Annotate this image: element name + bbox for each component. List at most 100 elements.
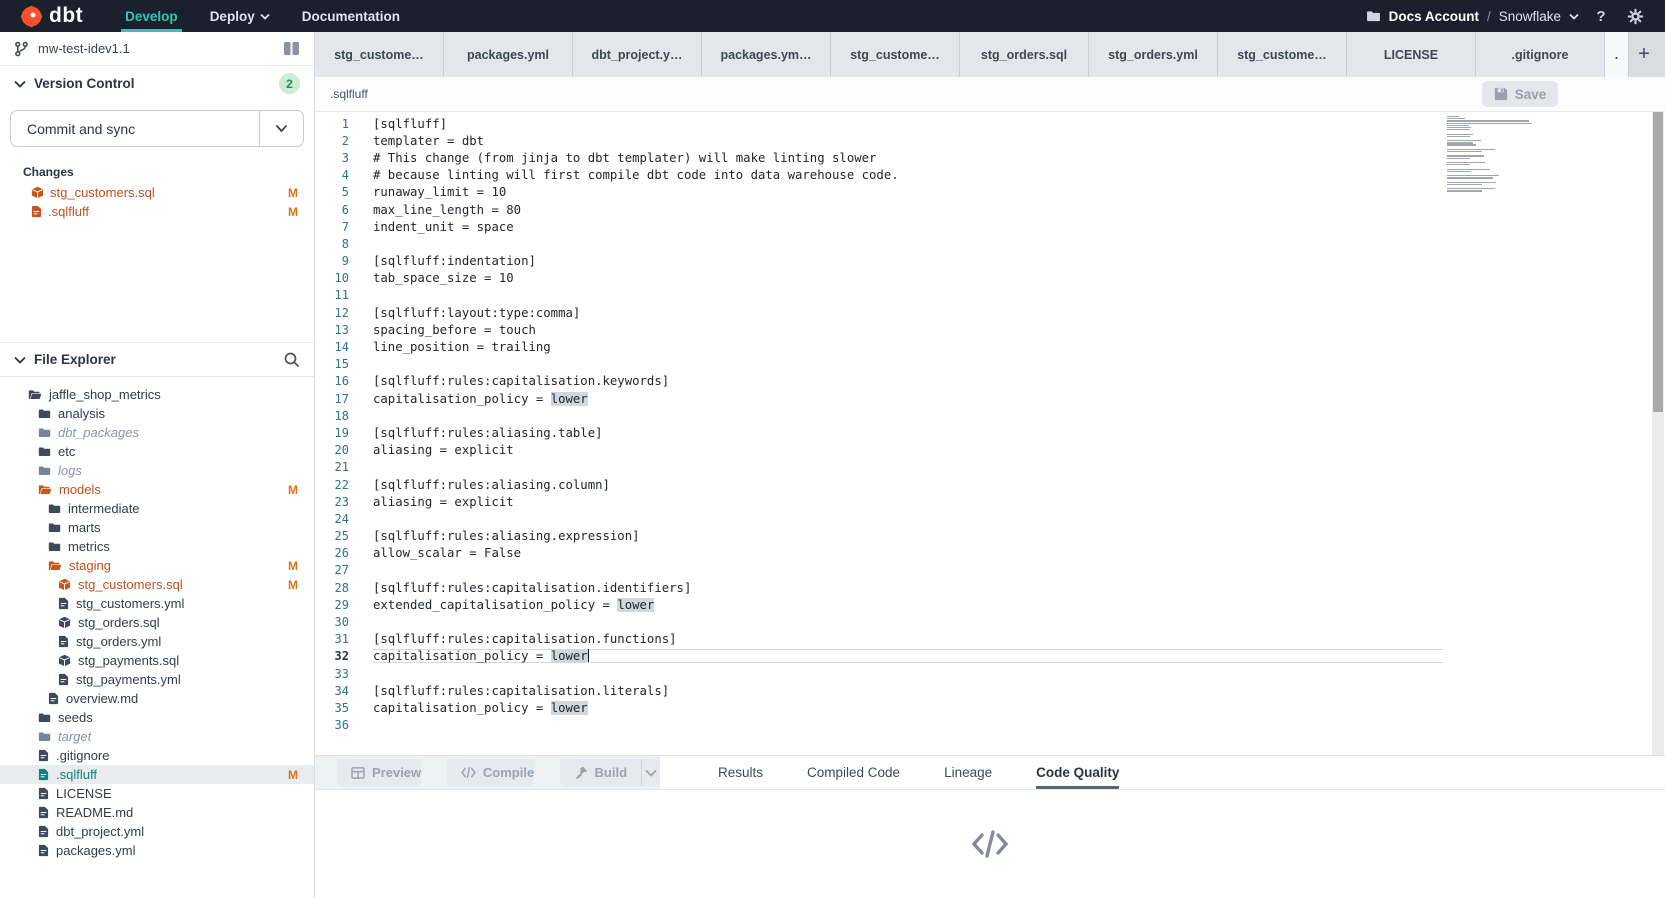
- file-tree-item[interactable]: overview.md: [0, 689, 314, 708]
- commit-options-button[interactable]: [259, 111, 303, 146]
- settings-button[interactable]: [1623, 4, 1647, 28]
- code-line: 14 line_position = trailing: [315, 338, 1665, 355]
- editor-tab[interactable]: stg_custome…: [831, 32, 960, 77]
- file-tree-item[interactable]: stg_customers.sql M: [0, 575, 314, 594]
- editor-tab[interactable]: stg_orders.sql: [960, 32, 1089, 77]
- account-switcher[interactable]: Docs Account / Snowflake: [1366, 9, 1579, 24]
- line-number: 24: [315, 512, 349, 526]
- save-button[interactable]: Save: [1482, 81, 1558, 107]
- file-tree-item[interactable]: .sqlfluff M: [0, 765, 314, 784]
- editor-tab[interactable]: stg_orders.yml: [1089, 32, 1218, 77]
- run-button[interactable]: Preview: [337, 759, 421, 786]
- code-line: 16 [sqlfluff:rules:capitalisation.keywor…: [315, 373, 1665, 390]
- file-tree-item[interactable]: seeds: [0, 708, 314, 727]
- build-options-button[interactable]: [641, 759, 660, 786]
- open-file-name: .sqlfluff: [330, 87, 368, 101]
- file-tree-item[interactable]: stg_customers.yml: [0, 594, 314, 613]
- editor-tab[interactable]: packages.ym…: [702, 32, 831, 77]
- version-control-header[interactable]: Version Control 2: [0, 66, 314, 101]
- code-editor[interactable]: 1 [sqlfluff] 2 templater = dbt 3 # This …: [315, 112, 1665, 755]
- branch-row[interactable]: mw-test-idev1.1: [0, 32, 314, 66]
- line-number: 15: [315, 357, 349, 371]
- file-tree-item[interactable]: target: [0, 727, 314, 746]
- line-number: 2: [315, 134, 349, 148]
- modified-badge: M: [288, 483, 298, 497]
- editor-tab[interactable]: packages.yml: [444, 32, 573, 77]
- minimap[interactable]: [1447, 116, 1541, 195]
- nav-item[interactable]: Develop: [109, 0, 194, 32]
- editor-tab[interactable]: .gitignore: [1476, 32, 1605, 77]
- editor-tab-active-partial[interactable]: .: [1605, 32, 1629, 77]
- result-tab[interactable]: Lineage: [944, 756, 992, 789]
- file-icon: [38, 825, 49, 838]
- gear-icon: [1627, 8, 1644, 25]
- file-explorer-header[interactable]: File Explorer: [0, 342, 314, 377]
- line-number: 31: [315, 632, 349, 646]
- nav-item[interactable]: Deploy: [194, 0, 286, 32]
- file-icon: [38, 749, 49, 762]
- changed-file-item[interactable]: .sqlfluff M: [0, 202, 314, 221]
- model-cube-icon: [58, 616, 71, 629]
- editor-tab[interactable]: stg_custome…: [315, 32, 444, 77]
- search-icon[interactable]: [284, 352, 300, 368]
- file-tree-item[interactable]: .gitignore: [0, 746, 314, 765]
- text-cursor: [588, 649, 590, 662]
- file-tree-item[interactable]: stg_orders.yml: [0, 632, 314, 651]
- scrollbar-thumb[interactable]: [1653, 112, 1663, 412]
- line-number: 28: [315, 581, 349, 595]
- dbt-logo[interactable]: dbt: [0, 0, 109, 32]
- panel-toggle-icon[interactable]: [283, 41, 300, 56]
- file-tree-item[interactable]: dbt_project.yml: [0, 822, 314, 841]
- line-number: 13: [315, 323, 349, 337]
- folder-icon: [38, 731, 51, 742]
- file-tree-item[interactable]: models M: [0, 480, 314, 499]
- run-button[interactable]: Build: [560, 759, 660, 786]
- file-tree-item[interactable]: stg_payments.sql: [0, 651, 314, 670]
- code-line: 17 capitalisation_policy = lower: [315, 390, 1665, 407]
- folder-icon: [48, 541, 61, 552]
- result-tab[interactable]: Compiled Code: [807, 756, 900, 789]
- file-explorer-title: File Explorer: [34, 352, 116, 367]
- code-line: 35 capitalisation_policy = lower: [315, 699, 1665, 716]
- file-tree-item[interactable]: intermediate: [0, 499, 314, 518]
- file-tree-item[interactable]: logs: [0, 461, 314, 480]
- file-tree-item[interactable]: metrics: [0, 537, 314, 556]
- file-tree-item[interactable]: stg_payments.yml: [0, 670, 314, 689]
- result-tab[interactable]: Code Quality: [1036, 756, 1119, 789]
- version-control-title: Version Control: [34, 76, 135, 91]
- nav-item[interactable]: Documentation: [286, 0, 416, 32]
- editor-tab[interactable]: LICENSE: [1347, 32, 1476, 77]
- file-tree-item[interactable]: etc: [0, 442, 314, 461]
- file-tree-item[interactable]: marts: [0, 518, 314, 537]
- result-tabs: Results Compiled Code Lineage Code Quali…: [718, 756, 1119, 789]
- folder-icon: [38, 712, 51, 723]
- main-area: stg_custome… packages.yml dbt_project.y……: [315, 32, 1665, 898]
- editor-header: .sqlfluff Save: [315, 77, 1665, 112]
- run-button[interactable]: Compile: [447, 759, 534, 786]
- line-number: 16: [315, 374, 349, 388]
- new-tab-button[interactable]: +: [1629, 32, 1659, 77]
- file-tree-item[interactable]: dbt_packages: [0, 423, 314, 442]
- help-button[interactable]: ?: [1589, 4, 1613, 28]
- file-tree-item[interactable]: packages.yml: [0, 841, 314, 860]
- file-tree-item[interactable]: LICENSE: [0, 784, 314, 803]
- changed-file-item[interactable]: stg_customers.sql M: [0, 183, 314, 202]
- editor-tab[interactable]: stg_custome…: [1218, 32, 1347, 77]
- result-tab[interactable]: Results: [718, 756, 763, 789]
- file-tree-item[interactable]: staging M: [0, 556, 314, 575]
- file-icon: [58, 635, 69, 648]
- file-tree-item[interactable]: jaffle_shop_metrics: [0, 385, 314, 404]
- editor-tab[interactable]: dbt_project.y…: [573, 32, 702, 77]
- commit-and-sync-button[interactable]: Commit and sync: [10, 110, 304, 147]
- line-number: 29: [315, 598, 349, 612]
- file-tree-item[interactable]: analysis: [0, 404, 314, 423]
- main-nav: Develop Deploy Documentation: [109, 0, 416, 32]
- code-line: 10 tab_space_size = 10: [315, 270, 1665, 287]
- file-tree-item[interactable]: stg_orders.sql: [0, 613, 314, 632]
- editor-scrollbar[interactable]: [1652, 112, 1664, 755]
- changes-label: Changes: [0, 159, 314, 183]
- modified-badge: M: [288, 559, 298, 573]
- model-cube-icon: [58, 654, 71, 667]
- file-tree-item[interactable]: README.md: [0, 803, 314, 822]
- floppy-disk-icon: [1494, 87, 1508, 101]
